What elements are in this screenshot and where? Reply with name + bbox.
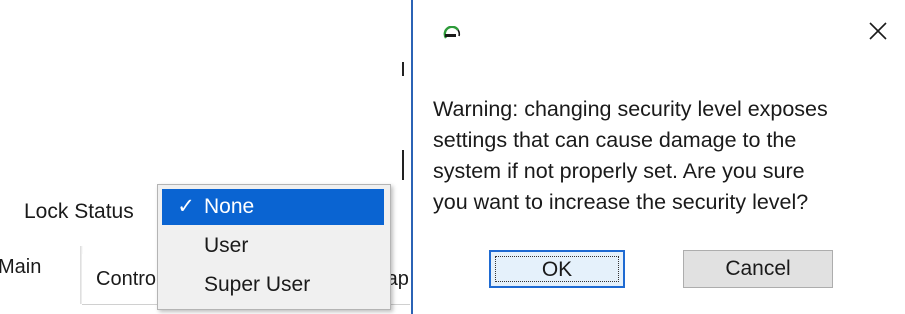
app-logo-icon [443, 26, 461, 39]
ok-button[interactable]: OK [489, 250, 625, 288]
dropdown-item-super-user[interactable]: Super User [162, 267, 384, 303]
cancel-button[interactable]: Cancel [683, 250, 833, 288]
dropdown-item-label: User [204, 234, 249, 257]
dropdown-item-label: Super User [204, 273, 311, 296]
checkmark-icon: ✓ [177, 195, 195, 218]
background-artifact [402, 150, 404, 180]
lock-status-dropdown-menu: ✓ None User Super User [157, 184, 391, 310]
warning-message-line: system if not properly set. Are you sure [433, 159, 805, 183]
dropdown-item-user[interactable]: User [162, 228, 384, 264]
warning-dialog: Warning: changing security level exposes… [413, 0, 905, 314]
warning-message: Warning: changing security level exposes… [433, 94, 901, 218]
application-window: Lock Status Main Control Map ✓ None User… [0, 0, 410, 314]
tab-main-label: Main [0, 256, 42, 278]
warning-message-line: you want to increase the security level? [433, 190, 809, 214]
tab-main[interactable]: Main [0, 246, 83, 304]
warning-message-line: Warning: changing security level exposes [433, 97, 828, 121]
focus-ring [495, 256, 619, 282]
dropdown-item-none[interactable]: ✓ None [162, 189, 384, 225]
dropdown-item-label: None [204, 195, 255, 218]
warning-message-line: settings that can cause damage to the [433, 128, 797, 152]
tab-control-label: Control [96, 268, 161, 290]
background-artifact [402, 62, 404, 76]
cancel-button-label: Cancel [725, 257, 791, 280]
lock-status-label: Lock Status [24, 200, 134, 223]
close-icon[interactable] [865, 18, 891, 44]
